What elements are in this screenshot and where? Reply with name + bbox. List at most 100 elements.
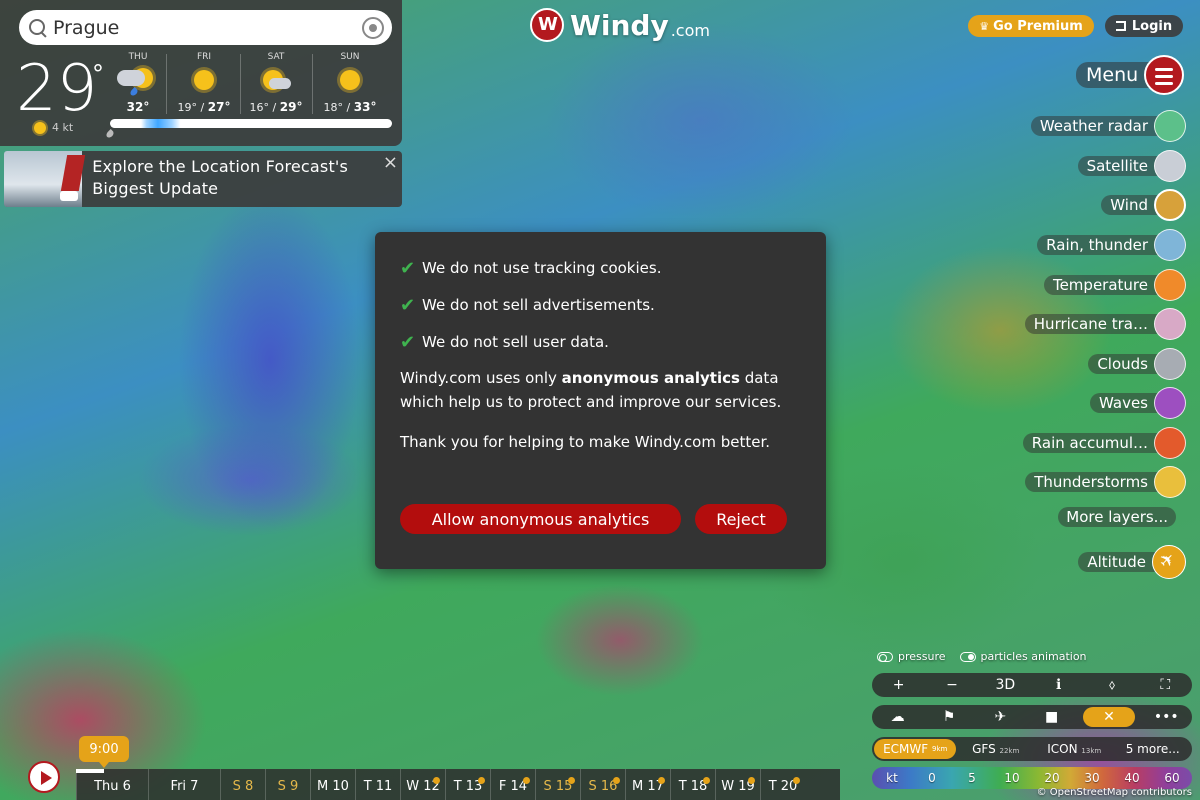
timeline[interactable]: Thu 6 Fri 7 S 8 S 9 M 10 T 11 W 12 T 13 F 14 S 15…	[76, 769, 840, 800]
consent-actions: Allow anonymous analytics Reject	[400, 504, 787, 534]
fullscreen-icon[interactable]: ⛶	[1139, 677, 1192, 693]
forecast-day[interactable]: SUN 18° / 33°	[311, 52, 389, 114]
timeline-day[interactable]: T 13	[445, 769, 490, 800]
promo-text[interactable]: Explore the Location Forecast's Biggest …	[82, 151, 402, 207]
forecast-day[interactable]: SAT 16° / 29°	[237, 52, 315, 114]
consent-dialog: ✔ We do not use tracking cookies. ✔ We d…	[375, 232, 826, 569]
timeline-day[interactable]: Thu 6	[76, 769, 148, 800]
promo-banner[interactable]: Explore the Location Forecast's Biggest …	[4, 151, 402, 207]
timeline-day[interactable]: M 10	[310, 769, 355, 800]
timeline-day[interactable]: F 14	[490, 769, 535, 800]
windy-logo[interactable]: Windy .com	[530, 8, 710, 42]
layer-weather-radar[interactable]: Weather radar	[1030, 110, 1186, 142]
layer-hurricane-tracker[interactable]: Hurricane tra…	[1024, 308, 1186, 340]
forecast-day-name: SUN	[340, 52, 360, 62]
sun-cloud-icon	[237, 62, 315, 100]
timeline-day[interactable]: S 15	[535, 769, 580, 800]
rain-icon	[1154, 229, 1186, 261]
model-ecmwf[interactable]: ECMWF 9km	[874, 739, 957, 759]
time-indicator[interactable]: 9:00	[79, 736, 129, 768]
consent-item: ✔ We do not sell user data.	[400, 324, 801, 360]
more-models-button[interactable]: 5 more...	[1113, 742, 1192, 756]
model-icon[interactable]: ICON 13km	[1035, 742, 1114, 756]
login-button[interactable]: Login	[1105, 15, 1183, 37]
layer-label: Hurricane tra…	[1024, 314, 1174, 334]
layer-rain-thunder[interactable]: Rain, thunder	[1037, 229, 1186, 261]
promo-image	[4, 151, 83, 207]
timeline-day-label: Fri 7	[170, 779, 199, 794]
layer-label: Thunderstorms	[1025, 472, 1174, 492]
consent-description: Windy.com uses only anonymous analytics …	[400, 369, 782, 411]
search-value[interactable]: Prague	[53, 17, 362, 39]
timeline-day[interactable]: T 20	[760, 769, 805, 800]
premium-icon	[433, 777, 440, 784]
consent-item: ✔ We do not use tracking cookies.	[400, 250, 801, 286]
more-layers-button[interactable]: More layers...	[1058, 507, 1176, 527]
layer-rain-accumulation[interactable]: Rain accumul…	[1022, 427, 1186, 459]
current-temperature[interactable]: 29	[16, 52, 97, 126]
wind-scale-legend[interactable]: kt 0 5 10 20 30 40 60	[872, 767, 1192, 789]
crown-icon: ♛	[979, 19, 990, 33]
particles-toggle[interactable]: particles animation	[959, 650, 1087, 663]
model-gfs[interactable]: GFS 22km	[956, 742, 1035, 756]
hamburger-icon[interactable]	[1144, 55, 1185, 95]
allow-analytics-button[interactable]: Allow anonymous analytics	[400, 504, 681, 534]
more-icon[interactable]: •••	[1141, 709, 1192, 725]
timeline-day[interactable]: M 17	[625, 769, 670, 800]
flag-icon[interactable]: ⚑	[923, 709, 974, 725]
menu-button[interactable]: Menu	[1076, 55, 1185, 95]
plane-icon[interactable]: ✈	[975, 709, 1026, 725]
go-premium-button[interactable]: ♛ Go Premium	[968, 15, 1094, 37]
scale-value: 0	[928, 771, 936, 785]
clouds-icon	[1154, 348, 1186, 380]
timeline-day[interactable]: W 12	[400, 769, 445, 800]
layer-clouds[interactable]: Clouds	[1088, 348, 1186, 380]
radar-icon	[1154, 110, 1186, 142]
search-input[interactable]: Prague	[19, 10, 392, 45]
layer-thunderstorms[interactable]: Thunderstorms	[1025, 466, 1186, 498]
login-label: Login	[1131, 18, 1173, 34]
navigation-icon[interactable]: ⬨	[1085, 677, 1138, 693]
info-icon[interactable]: ℹ	[1032, 677, 1085, 693]
hurricane-icon	[1154, 308, 1186, 340]
camera-icon[interactable]: ■	[1026, 709, 1077, 725]
timeline-day[interactable]: Fri 7	[148, 769, 220, 800]
layer-temperature[interactable]: Temperature	[1043, 269, 1186, 301]
model-selector: ECMWF 9km GFS 22km ICON 13km 5 more...	[872, 737, 1192, 761]
zoom-in-button[interactable]: +	[872, 677, 925, 693]
rain-drop-icon	[105, 129, 115, 139]
premium-icon	[478, 777, 485, 784]
layer-waves[interactable]: Waves	[1090, 387, 1186, 419]
forecast-day-name: FRI	[196, 52, 212, 62]
forecast-day[interactable]: FRI 19° / 27°	[165, 52, 243, 114]
close-icon[interactable]: ×	[383, 152, 398, 173]
3d-button[interactable]: 3D	[979, 677, 1032, 693]
timeline-day[interactable]: T 18	[670, 769, 715, 800]
reject-button[interactable]: Reject	[695, 504, 787, 534]
locate-icon[interactable]	[362, 16, 384, 39]
weather-icon[interactable]: ☁	[872, 709, 923, 725]
check-icon: ✔	[400, 331, 416, 353]
timeline-day[interactable]: S 9	[265, 769, 310, 800]
logo-text: Windy	[570, 8, 669, 42]
pressure-label: pressure	[898, 650, 946, 663]
layer-label: Weather radar	[1030, 116, 1174, 136]
timeline-day[interactable]: T 11	[355, 769, 400, 800]
precipitation-bar	[110, 119, 392, 128]
pressure-toggle[interactable]: pressure	[877, 650, 946, 663]
satellite-icon	[1154, 150, 1186, 182]
forecast-day-temp: 16° / 29°	[249, 100, 303, 114]
timeline-day[interactable]: S 8	[220, 769, 265, 800]
map-attribution[interactable]: © OpenStreetMap contributors	[1037, 787, 1192, 798]
scale-value: 60	[1164, 771, 1180, 785]
timeline-day[interactable]: S 16	[580, 769, 625, 800]
plane-icon	[1152, 545, 1186, 579]
layer-label: Rain accumul…	[1022, 433, 1174, 453]
altitude-button[interactable]: Altitude	[1078, 545, 1186, 579]
layer-wind[interactable]: Wind	[1101, 189, 1186, 221]
zoom-out-button[interactable]: −	[925, 677, 978, 693]
close-icon[interactable]: ✕	[1083, 707, 1135, 727]
play-button[interactable]	[28, 761, 60, 793]
timeline-day[interactable]: W 19	[715, 769, 760, 800]
layer-satellite[interactable]: Satellite	[1077, 150, 1186, 182]
